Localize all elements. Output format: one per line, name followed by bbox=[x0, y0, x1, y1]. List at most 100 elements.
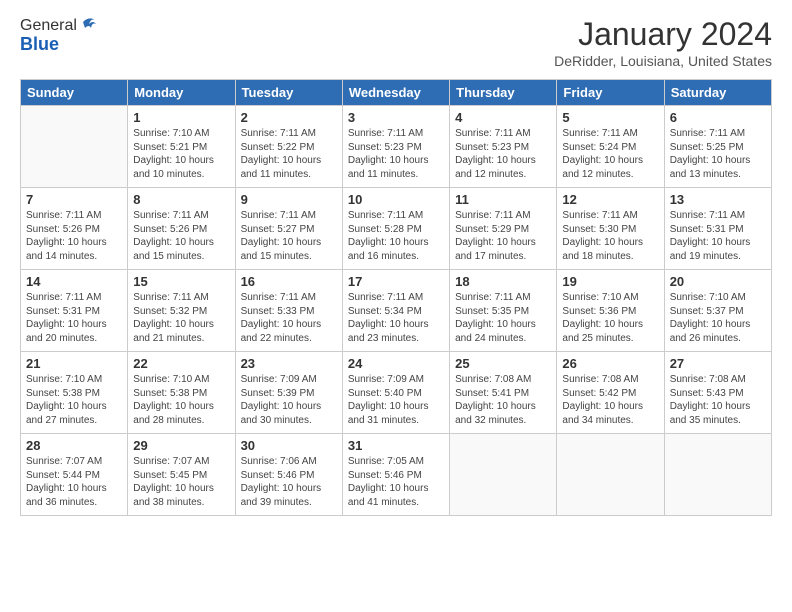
day-number: 28 bbox=[26, 438, 122, 453]
day-number: 27 bbox=[670, 356, 766, 371]
daylight-text2: and 27 minutes. bbox=[26, 415, 97, 426]
calendar-cell: 31 Sunrise: 7:05 AMSunset: 5:46 PMDayligh… bbox=[342, 434, 449, 516]
sunrise-text: Sunrise: 7:11 AM bbox=[26, 292, 101, 303]
sunset-text: Sunset: 5:31 PM bbox=[26, 306, 100, 317]
logo: General Blue bbox=[20, 16, 97, 55]
day-info: Sunrise: 7:11 AMSunset: 5:31 PMDaylight:… bbox=[26, 291, 122, 345]
sunrise-text: Sunrise: 7:08 AM bbox=[670, 374, 746, 385]
day-number: 21 bbox=[26, 356, 122, 371]
daylight-text2: and 26 minutes. bbox=[670, 333, 741, 344]
daylight-text2: and 24 minutes. bbox=[455, 333, 526, 344]
sunrise-text: Sunrise: 7:10 AM bbox=[670, 292, 746, 303]
sunset-text: Sunset: 5:37 PM bbox=[670, 306, 744, 317]
sunset-text: Sunset: 5:35 PM bbox=[455, 306, 529, 317]
sunset-text: Sunset: 5:22 PM bbox=[241, 142, 315, 153]
daylight-text2: and 15 minutes. bbox=[241, 251, 312, 262]
day-info: Sunrise: 7:05 AMSunset: 5:46 PMDaylight:… bbox=[348, 455, 444, 509]
calendar-cell: 27Sunrise: 7:08 AMSunset: 5:43 PMDayligh… bbox=[664, 352, 771, 434]
sunset-text: Sunset: 5:42 PM bbox=[562, 388, 636, 399]
day-info: Sunrise: 7:11 AMSunset: 5:31 PMDaylight:… bbox=[670, 209, 766, 263]
sunrise-text: Sunrise: 7:11 AM bbox=[241, 210, 316, 221]
daylight-text: Daylight: 10 hours bbox=[26, 237, 107, 248]
sunset-text: Sunset: 5:24 PM bbox=[562, 142, 636, 153]
daylight-text: Daylight: 10 hours bbox=[26, 483, 107, 494]
sunset-text: Sunset: 5:29 PM bbox=[455, 224, 529, 235]
day-info: Sunrise: 7:11 AMSunset: 5:24 PMDaylight:… bbox=[562, 127, 658, 181]
calendar-cell: 17Sunrise: 7:11 AMSunset: 5:34 PMDayligh… bbox=[342, 270, 449, 352]
daylight-text: Daylight: 10 hours bbox=[241, 319, 322, 330]
daylight-text: Daylight: 10 hours bbox=[562, 237, 643, 248]
daylight-text2: and 11 minutes. bbox=[348, 169, 418, 180]
calendar-cell: 24 Sunrise: 7:09 AMSunset: 5:40 PMDayligh… bbox=[342, 352, 449, 434]
day-number: 16 bbox=[241, 274, 337, 289]
day-info: Sunrise: 7:08 AMSunset: 5:42 PMDaylight:… bbox=[562, 373, 658, 427]
sunrise-text: Sunrise: 7:10 AM bbox=[133, 128, 209, 139]
sunrise-text: Sunrise: 7:11 AM bbox=[562, 128, 637, 139]
daylight-text: Daylight: 10 hours bbox=[348, 319, 429, 330]
daylight-text: Daylight: 10 hours bbox=[455, 237, 536, 248]
daylight-text2: and 20 minutes. bbox=[26, 333, 97, 344]
daylight-text: Daylight: 10 hours bbox=[670, 401, 751, 412]
day-number: 29 bbox=[133, 438, 229, 453]
daylight-text: Daylight: 10 hours bbox=[26, 401, 107, 412]
sunset-text: Sunset: 5:30 PM bbox=[562, 224, 636, 235]
header-friday: Friday bbox=[557, 80, 664, 106]
calendar-cell: 25Sunrise: 7:08 AMSunset: 5:41 PMDayligh… bbox=[450, 352, 557, 434]
sunset-text: Sunset: 5:26 PM bbox=[133, 224, 207, 235]
daylight-text: Daylight: 10 hours bbox=[455, 401, 536, 412]
day-number: 5 bbox=[562, 110, 658, 125]
daylight-text: Daylight: 10 hours bbox=[241, 483, 322, 494]
daylight-text: Daylight: 10 hours bbox=[133, 237, 214, 248]
sunset-text: Sunset: 5:33 PM bbox=[241, 306, 315, 317]
day-number: 18 bbox=[455, 274, 551, 289]
daylight-text2: and 39 minutes. bbox=[241, 497, 312, 508]
sunrise-text: Sunrise: 7:11 AM bbox=[348, 210, 423, 221]
daylight-text: Daylight: 10 hours bbox=[455, 319, 536, 330]
day-number: 8 bbox=[133, 192, 229, 207]
daylight-text2: and 12 minutes. bbox=[455, 169, 526, 180]
sunset-text: Sunset: 5:21 PM bbox=[133, 142, 207, 153]
day-info: Sunrise: 7:11 AMSunset: 5:22 PMDaylight:… bbox=[241, 127, 337, 181]
header-saturday: Saturday bbox=[664, 80, 771, 106]
day-number: 15 bbox=[133, 274, 229, 289]
day-info: Sunrise: 7:09 AMSunset: 5:39 PMDaylight:… bbox=[241, 373, 337, 427]
daylight-text2: and 22 minutes. bbox=[241, 333, 312, 344]
day-info: Sunrise: 7:11 AMSunset: 5:26 PMDaylight:… bbox=[133, 209, 229, 263]
daylight-text: Daylight: 10 hours bbox=[241, 237, 322, 248]
daylight-text2: and 35 minutes. bbox=[670, 415, 741, 426]
day-number: 20 bbox=[670, 274, 766, 289]
day-info: Sunrise: 7:10 AMSunset: 5:38 PMDaylight:… bbox=[133, 373, 229, 427]
sunrise-text: Sunrise: 7:08 AM bbox=[562, 374, 638, 385]
sunset-text: Sunset: 5:39 PM bbox=[241, 388, 315, 399]
sunrise-text: Sunrise: 7:10 AM bbox=[133, 374, 209, 385]
daylight-text2: and 30 minutes. bbox=[241, 415, 312, 426]
header-monday: Monday bbox=[128, 80, 235, 106]
page: General Blue January 2024 DeRidder, Loui… bbox=[0, 0, 792, 528]
calendar-cell: 9Sunrise: 7:11 AMSunset: 5:27 PMDaylight… bbox=[235, 188, 342, 270]
day-info: Sunrise: 7:09 AMSunset: 5:40 PMDaylight:… bbox=[348, 373, 444, 427]
day-info: Sunrise: 7:10 AMSunset: 5:36 PMDaylight:… bbox=[562, 291, 658, 345]
calendar-cell: 16 Sunrise: 7:11 AMSunset: 5:33 PMDayligh… bbox=[235, 270, 342, 352]
day-number: 7 bbox=[26, 192, 122, 207]
calendar-cell: 19Sunrise: 7:10 AMSunset: 5:36 PMDayligh… bbox=[557, 270, 664, 352]
day-info: Sunrise: 7:11 AMSunset: 5:23 PMDaylight:… bbox=[455, 127, 551, 181]
day-number: 25 bbox=[455, 356, 551, 371]
daylight-text2: and 10 minutes. bbox=[133, 169, 204, 180]
day-info: Sunrise: 7:11 AMSunset: 5:33 PMDaylight:… bbox=[241, 291, 337, 345]
day-number: 24 bbox=[348, 356, 444, 371]
sunrise-text: Sunrise: 7:11 AM bbox=[455, 210, 530, 221]
calendar-cell: 3Sunrise: 7:11 AMSunset: 5:23 PMDaylight… bbox=[342, 106, 449, 188]
calendar-week-row: 21 Sunrise: 7:10 AMSunset: 5:38 PMDayligh… bbox=[21, 352, 772, 434]
day-info: Sunrise: 7:10 AMSunset: 5:37 PMDaylight:… bbox=[670, 291, 766, 345]
calendar-cell bbox=[664, 434, 771, 516]
calendar-cell bbox=[21, 106, 128, 188]
sunrise-text: Sunrise: 7:10 AM bbox=[26, 374, 102, 385]
day-info: Sunrise: 7:11 AMSunset: 5:27 PMDaylight:… bbox=[241, 209, 337, 263]
calendar-cell: 29Sunrise: 7:07 AMSunset: 5:45 PMDayligh… bbox=[128, 434, 235, 516]
header-tuesday: Tuesday bbox=[235, 80, 342, 106]
day-number: 31 bbox=[348, 438, 444, 453]
sunset-text: Sunset: 5:46 PM bbox=[241, 470, 315, 481]
calendar-cell: 18Sunrise: 7:11 AMSunset: 5:35 PMDayligh… bbox=[450, 270, 557, 352]
daylight-text: Daylight: 10 hours bbox=[348, 483, 429, 494]
day-info: Sunrise: 7:11 AMSunset: 5:26 PMDaylight:… bbox=[26, 209, 122, 263]
